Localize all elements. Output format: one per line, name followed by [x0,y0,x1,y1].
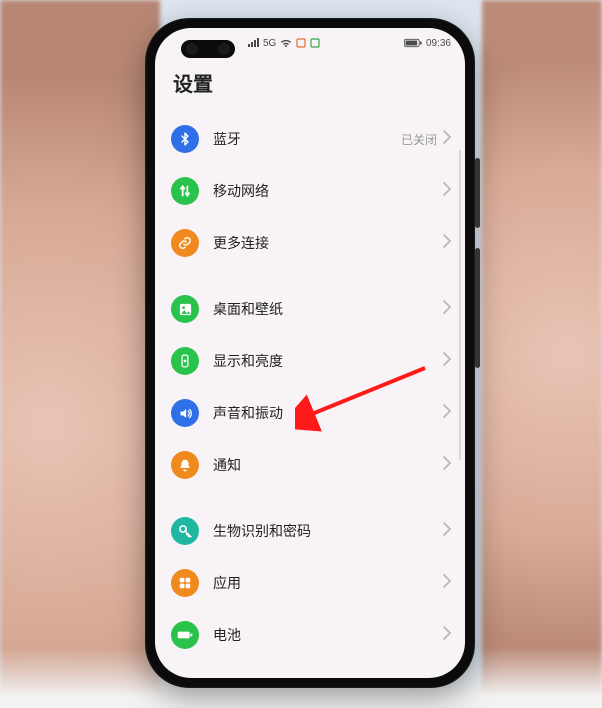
chevron-right-icon [443,130,451,149]
row-sound-vibration[interactable]: 声音和振动 [155,387,465,439]
row-notifications[interactable]: 通知 [155,439,465,491]
row-label: 更多连接 [213,233,443,253]
page-title: 设置 [155,58,465,113]
bluetooth-icon [171,125,199,153]
mobile-network-icon [171,177,199,205]
row-label: 移动网络 [213,181,443,201]
chevron-right-icon [443,352,451,371]
row-label: 桌面和壁纸 [213,299,443,319]
settings-list: 蓝牙 已关闭 移动网络 更多连接 [155,113,465,661]
wifi-icon [280,38,292,48]
scene-hand-right [482,0,602,708]
phone-side-button-2 [475,248,480,368]
phone-frame: 5G 09:36 设置 [145,18,475,688]
image-icon [171,295,199,323]
row-battery[interactable]: 电池 [155,609,465,661]
chevron-right-icon [443,456,451,475]
group-divider [155,269,465,283]
row-label: 声音和振动 [213,403,443,423]
row-value: 已关闭 [401,131,437,148]
brightness-icon [171,347,199,375]
chevron-right-icon [443,522,451,541]
key-icon [171,517,199,545]
battery-icon [404,38,422,48]
row-biometrics-password[interactable]: 生物识别和密码 [155,505,465,557]
phone-screen: 5G 09:36 设置 [155,28,465,678]
row-apps[interactable]: 应用 [155,557,465,609]
chevron-right-icon [443,626,451,645]
sound-icon [171,399,199,427]
apps-icon [171,569,199,597]
row-label: 显示和亮度 [213,351,443,371]
chevron-right-icon [443,574,451,593]
status-indicator-2 [310,38,320,48]
camera-cutout [181,40,235,58]
row-display-brightness[interactable]: 显示和亮度 [155,335,465,387]
link-icon [171,229,199,257]
status-indicator-1 [296,38,306,48]
row-label: 蓝牙 [213,129,401,149]
row-desktop-wallpaper[interactable]: 桌面和壁纸 [155,283,465,335]
signal-label: 5G [263,38,276,49]
chevron-right-icon [443,300,451,319]
status-right: 09:36 [404,38,451,49]
scene-hand-left [0,0,160,708]
group-divider [155,491,465,505]
chevron-right-icon [443,182,451,201]
row-label: 生物识别和密码 [213,521,443,541]
row-more-connections[interactable]: 更多连接 [155,217,465,269]
status-time: 09:36 [426,38,451,49]
row-label: 通知 [213,455,443,475]
row-label: 电池 [213,625,443,645]
chevron-right-icon [443,234,451,253]
row-mobile-network[interactable]: 移动网络 [155,165,465,217]
status-left: 5G [247,38,320,49]
bell-icon [171,451,199,479]
row-label: 应用 [213,573,443,593]
signal-icon [247,38,259,48]
chevron-right-icon [443,404,451,423]
battery-row-icon [171,621,199,649]
phone-side-button-1 [475,158,480,228]
row-bluetooth[interactable]: 蓝牙 已关闭 [155,113,465,165]
